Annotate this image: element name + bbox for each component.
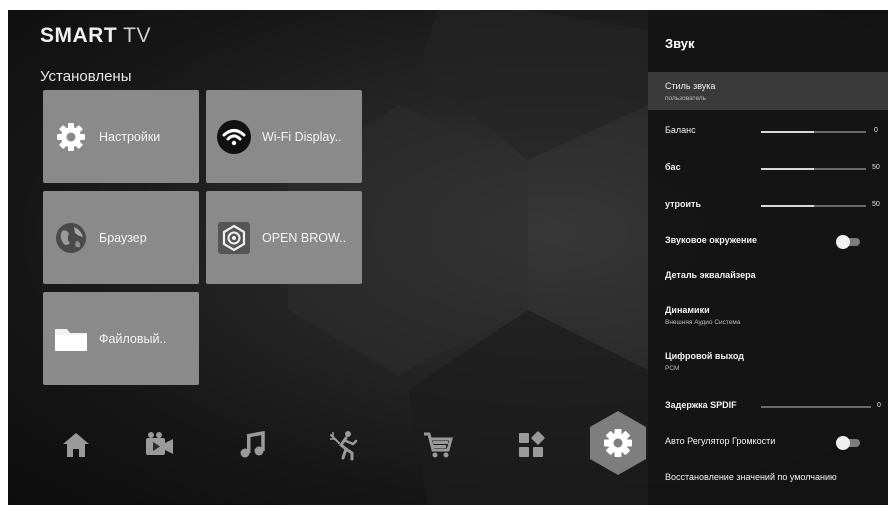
app-tile-browser[interactable]: Браузер [43,191,199,284]
row-treble[interactable]: утроить 50 [648,199,888,215]
music-icon [240,430,265,458]
row-digital-out[interactable]: Цифровой выход PCM [648,351,888,377]
row-value: Внешняя Аудио Система [665,319,741,326]
surround-toggle[interactable] [836,235,860,249]
nav-shopping[interactable] [418,425,458,465]
row-label: бас [665,162,681,172]
bass-slider[interactable] [761,168,866,170]
app-tile-label: Wi-Fi Display.. [262,129,342,144]
app-tile-label: Браузер [99,230,147,245]
toggle-knob [836,235,850,249]
balance-slider[interactable] [761,131,866,133]
nav-settings-active[interactable] [589,410,647,476]
balance-value: 0 [874,127,878,134]
brand-rest: TV [117,24,151,47]
slider-fill [761,205,814,207]
app-tile-wifi-display[interactable]: Wi-Fi Display.. [206,90,362,183]
row-label: Деталь эквалайзера [665,270,756,280]
panel-title: Звук [665,36,695,51]
row-bass[interactable]: бас 50 [648,162,888,178]
row-eq-detail[interactable]: Деталь эквалайзера [648,270,888,286]
row-label: Восстановление значений по умолчанию [665,472,837,482]
globe-icon [53,220,89,256]
open-browser-icon [216,220,252,256]
nav-music[interactable] [232,425,272,465]
video-icon [146,432,173,455]
brand-bold: SMART [40,24,118,47]
apps-section-title: Установлены [40,68,132,85]
brand-logo: SMART TV [40,24,151,48]
treble-slider[interactable] [761,205,866,207]
wifi-icon [216,119,252,155]
row-label: Баланс [665,125,696,135]
sports-icon [330,431,358,461]
nav-sports[interactable] [325,425,365,465]
sound-settings-panel: Звук Стиль звука пользователь Баланс 0 б… [648,10,888,505]
row-value: пользователь [665,95,707,102]
row-balance[interactable]: Баланс 0 [648,125,888,141]
bass-value: 50 [872,164,880,171]
gear-icon [53,119,89,155]
auto-volume-toggle[interactable] [836,436,860,450]
row-sound-style[interactable]: Стиль звука пользователь [648,72,888,110]
row-speakers[interactable]: Динамики Внешняя Аудио Система [648,305,888,331]
apps-grid-icon [519,431,545,457]
nav-home[interactable] [56,425,96,465]
slider-fill [761,168,814,170]
row-restore-defaults[interactable]: Восстановление значений по умолчанию [648,472,888,488]
app-tile-open-browser[interactable]: OPEN BROW.. [206,191,362,284]
app-tile-settings[interactable]: Настройки [43,90,199,183]
row-spdif-delay[interactable]: Задержка SPDIF 0 [648,400,888,416]
row-label: Цифровой выход [665,351,745,361]
home-icon [63,433,89,457]
nav-video[interactable] [139,425,179,465]
row-label: Динамики [665,305,710,315]
settings-gear-icon [604,429,632,457]
slider-fill [761,131,814,133]
folder-icon [53,321,89,357]
row-auto-volume[interactable]: Авто Регулятор Громкости [648,436,888,452]
nav-apps[interactable] [511,425,551,465]
app-tile-label: Настройки [99,129,161,144]
app-tile-label: OPEN BROW.. [262,230,347,245]
row-surround[interactable]: Звуковое окружение [648,235,888,251]
tv-screen: SMART TV Установлены Настройки Wi-Fi Dis… [8,10,888,505]
row-label: Стиль звука [665,81,716,91]
spdif-delay-value: 0 [877,402,881,409]
row-label: Задержка SPDIF [665,400,737,410]
app-tile-label: Файловый.. [99,331,167,346]
toggle-knob [836,436,850,450]
shopping-cart-icon [424,432,453,458]
row-value: PCM [665,365,680,372]
app-tile-file-manager[interactable]: Файловый.. [43,292,199,385]
spdif-delay-slider[interactable] [761,406,871,408]
row-label: утроить [665,199,701,209]
treble-value: 50 [872,201,880,208]
